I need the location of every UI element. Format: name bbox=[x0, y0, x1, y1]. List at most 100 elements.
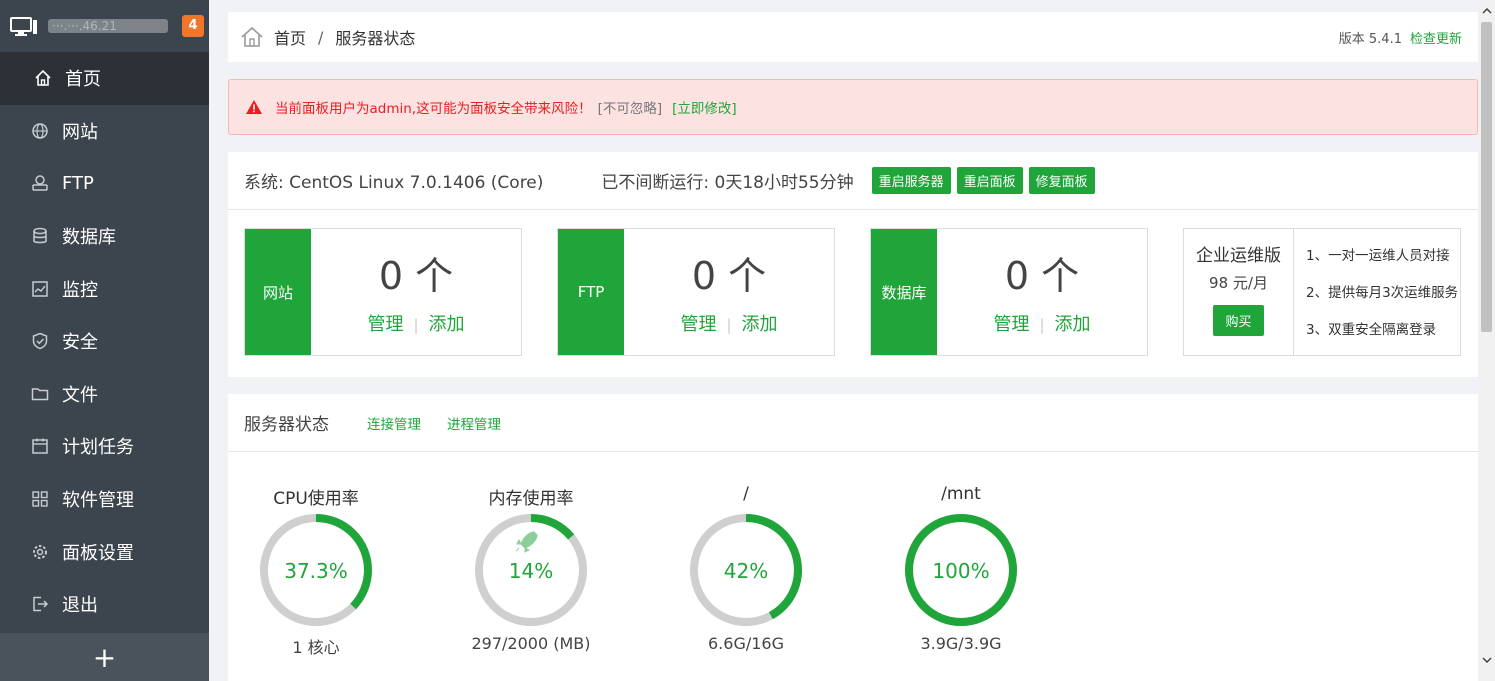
status-title: 服务器状态 bbox=[244, 415, 329, 435]
rocket-icon[interactable] bbox=[515, 531, 538, 553]
gauge-ring: 42% bbox=[690, 514, 802, 626]
sidebar-item-label: 退出 bbox=[62, 595, 98, 617]
stat-cards: 网站 0 个 管理 | 添加 FTP 0 个 管理 | 添加 数据库 0 个 管理 | 添加 bbox=[228, 210, 1478, 356]
apps-icon bbox=[30, 489, 50, 509]
ftp-manage-link[interactable]: 管理 bbox=[680, 314, 716, 335]
sidebar-menu: 首页 网站 FTP 数据库 监控 安全 文件 计划任务 软件管理 面板设置 退出 bbox=[0, 52, 209, 631]
stat-label: 网站 bbox=[245, 229, 311, 355]
restart-server-button[interactable]: 重启服务器 bbox=[871, 167, 951, 194]
scroll-thumb[interactable] bbox=[1481, 22, 1492, 332]
gauge-detail: 1 核心 bbox=[292, 638, 340, 657]
sidebar-item-monitor[interactable]: 监控 bbox=[0, 262, 209, 315]
gauge-title: CPU使用率 bbox=[273, 489, 359, 509]
gauge-value: 37.3% bbox=[284, 559, 348, 583]
gauge-value: 42% bbox=[724, 559, 768, 583]
server-monitor-icon bbox=[10, 16, 38, 36]
enterprise-price: 98 元/月 bbox=[1209, 274, 1268, 292]
sidebar-item-label: 监控 bbox=[62, 279, 98, 301]
globe-icon bbox=[30, 121, 50, 141]
stat-label: 数据库 bbox=[871, 229, 937, 355]
ftp-add-link[interactable]: 添加 bbox=[742, 314, 778, 335]
stat-label: FTP bbox=[558, 229, 624, 355]
version-text: 版本 5.4.1 bbox=[1338, 31, 1402, 47]
sidebar-header: ···.···.46.21 4 bbox=[0, 0, 209, 52]
security-alert: 当前面板用户为admin,这可能为面板安全带来风险！ [不可忽略] [立即修改] bbox=[228, 79, 1478, 135]
breadcrumb: 首页 / 服务器状态 版本 5.4.1 检查更新 bbox=[228, 12, 1478, 62]
gauge-value: 14% bbox=[509, 559, 553, 583]
alert-ignore-note: [不可忽略] bbox=[597, 101, 663, 117]
sidebar-item-website[interactable]: 网站 bbox=[0, 105, 209, 158]
sidebar-item-ftp[interactable]: FTP bbox=[0, 157, 209, 210]
gauge-title: / bbox=[743, 484, 749, 504]
page-scrollbar[interactable] bbox=[1478, 0, 1495, 681]
gauge-ring: 37.3% bbox=[260, 514, 372, 626]
main-content: 首页 / 服务器状态 版本 5.4.1 检查更新 当前面板用户为admin,这可能… bbox=[228, 12, 1478, 681]
gauge-detail: 3.9G/3.9G bbox=[920, 634, 1002, 653]
stat-card-ftp: FTP 0 个 管理 | 添加 bbox=[557, 228, 835, 356]
gauge-cpu[interactable]: CPU使用率 37.3% 1 核心 bbox=[256, 484, 376, 658]
folder-icon bbox=[30, 384, 50, 404]
stat-count: 0 个 bbox=[691, 253, 767, 298]
sidebar-item-files[interactable]: 文件 bbox=[0, 368, 209, 421]
alert-message: 当前面板用户为admin,这可能为面板安全带来风险！ bbox=[275, 101, 592, 117]
feature-item: 2、提供每月3次运维服务 bbox=[1306, 285, 1459, 301]
buy-button[interactable]: 购买 bbox=[1213, 305, 1264, 336]
sidebar-item-label: 面板设置 bbox=[62, 542, 134, 564]
sidebar-item-label: 数据库 bbox=[62, 227, 116, 249]
sidebar-item-database[interactable]: 数据库 bbox=[0, 210, 209, 263]
check-update-link[interactable]: 检查更新 bbox=[1410, 32, 1462, 47]
process-manage-link[interactable]: 进程管理 bbox=[447, 413, 501, 433]
sidebar-item-logout[interactable]: 退出 bbox=[0, 578, 209, 631]
scroll-down-icon[interactable] bbox=[1478, 653, 1495, 667]
connection-manage-link[interactable]: 连接管理 bbox=[367, 413, 421, 433]
gauge-detail: 297/2000 (MB) bbox=[471, 634, 591, 653]
gauge-ring: 100% bbox=[905, 514, 1017, 626]
enterprise-title: 企业运维版 bbox=[1196, 246, 1281, 266]
stat-count: 0 个 bbox=[1004, 253, 1080, 298]
enterprise-features: 1、一对一运维人员对接 2、提供每月3次运维服务 3、双重安全隔离登录 bbox=[1294, 229, 1460, 355]
monitor-icon bbox=[30, 279, 50, 299]
sidebar-item-label: 安全 bbox=[62, 332, 98, 354]
sidebar: ···.···.46.21 4 首页 网站 FTP 数据库 监控 安全 文件 计… bbox=[0, 0, 209, 681]
sidebar-item-label: 文件 bbox=[62, 384, 98, 406]
gauge-memory[interactable]: 内存使用率 14% 297/2000 (MB) bbox=[471, 484, 591, 658]
feature-item: 3、双重安全隔离登录 bbox=[1306, 322, 1437, 338]
sidebar-item-label: 软件管理 bbox=[62, 490, 134, 512]
os-info: 系统: CentOS Linux 7.0.1406 (Core) bbox=[244, 173, 544, 193]
sidebar-add-button[interactable]: + bbox=[0, 633, 209, 681]
website-manage-link[interactable]: 管理 bbox=[367, 314, 403, 335]
calendar-icon bbox=[30, 436, 50, 456]
home-icon[interactable] bbox=[240, 25, 264, 49]
restart-panel-button[interactable]: 重启面板 bbox=[956, 167, 1023, 194]
uptime-info: 已不间断运行: 0天18小时55分钟 bbox=[601, 173, 854, 193]
gauge-title: /mnt bbox=[941, 484, 981, 504]
scroll-up-icon[interactable] bbox=[1478, 4, 1495, 18]
sidebar-item-label: 网站 bbox=[62, 121, 98, 143]
warning-icon bbox=[245, 99, 263, 115]
sidebar-item-security[interactable]: 安全 bbox=[0, 315, 209, 368]
system-info-row: 系统: CentOS Linux 7.0.1406 (Core) 已不间断运行:… bbox=[228, 152, 1478, 210]
fix-now-link[interactable]: [立即修改] bbox=[672, 97, 737, 117]
shield-icon bbox=[30, 331, 50, 351]
gauge-ring: 14% bbox=[475, 514, 587, 626]
website-add-link[interactable]: 添加 bbox=[429, 314, 465, 335]
sidebar-item-label: 首页 bbox=[65, 69, 101, 91]
gauge-title: 内存使用率 bbox=[488, 489, 574, 509]
gauge-detail: 6.6G/16G bbox=[708, 634, 784, 653]
database-manage-link[interactable]: 管理 bbox=[993, 314, 1029, 335]
database-add-link[interactable]: 添加 bbox=[1055, 314, 1091, 335]
notification-badge[interactable]: 4 bbox=[182, 15, 204, 37]
breadcrumb-home[interactable]: 首页 bbox=[274, 25, 306, 49]
sidebar-item-home[interactable]: 首页 bbox=[0, 52, 209, 105]
gauge-disk-mnt[interactable]: /mnt 100% 3.9G/3.9G bbox=[901, 484, 1021, 658]
gauge-disk-root[interactable]: / 42% 6.6G/16G bbox=[686, 484, 806, 658]
sidebar-item-label: FTP bbox=[62, 172, 94, 194]
repair-panel-button[interactable]: 修复面板 bbox=[1028, 167, 1095, 194]
sidebar-item-software[interactable]: 软件管理 bbox=[0, 473, 209, 526]
sidebar-item-cron[interactable]: 计划任务 bbox=[0, 420, 209, 473]
ftp-icon bbox=[30, 173, 50, 193]
server-ip: ···.···.46.21 bbox=[48, 19, 168, 33]
sidebar-item-label: 计划任务 bbox=[62, 437, 134, 459]
enterprise-promo: 企业运维版 98 元/月 购买 1、一对一运维人员对接 2、提供每月3次运维服务… bbox=[1183, 228, 1461, 356]
sidebar-item-settings[interactable]: 面板设置 bbox=[0, 525, 209, 578]
